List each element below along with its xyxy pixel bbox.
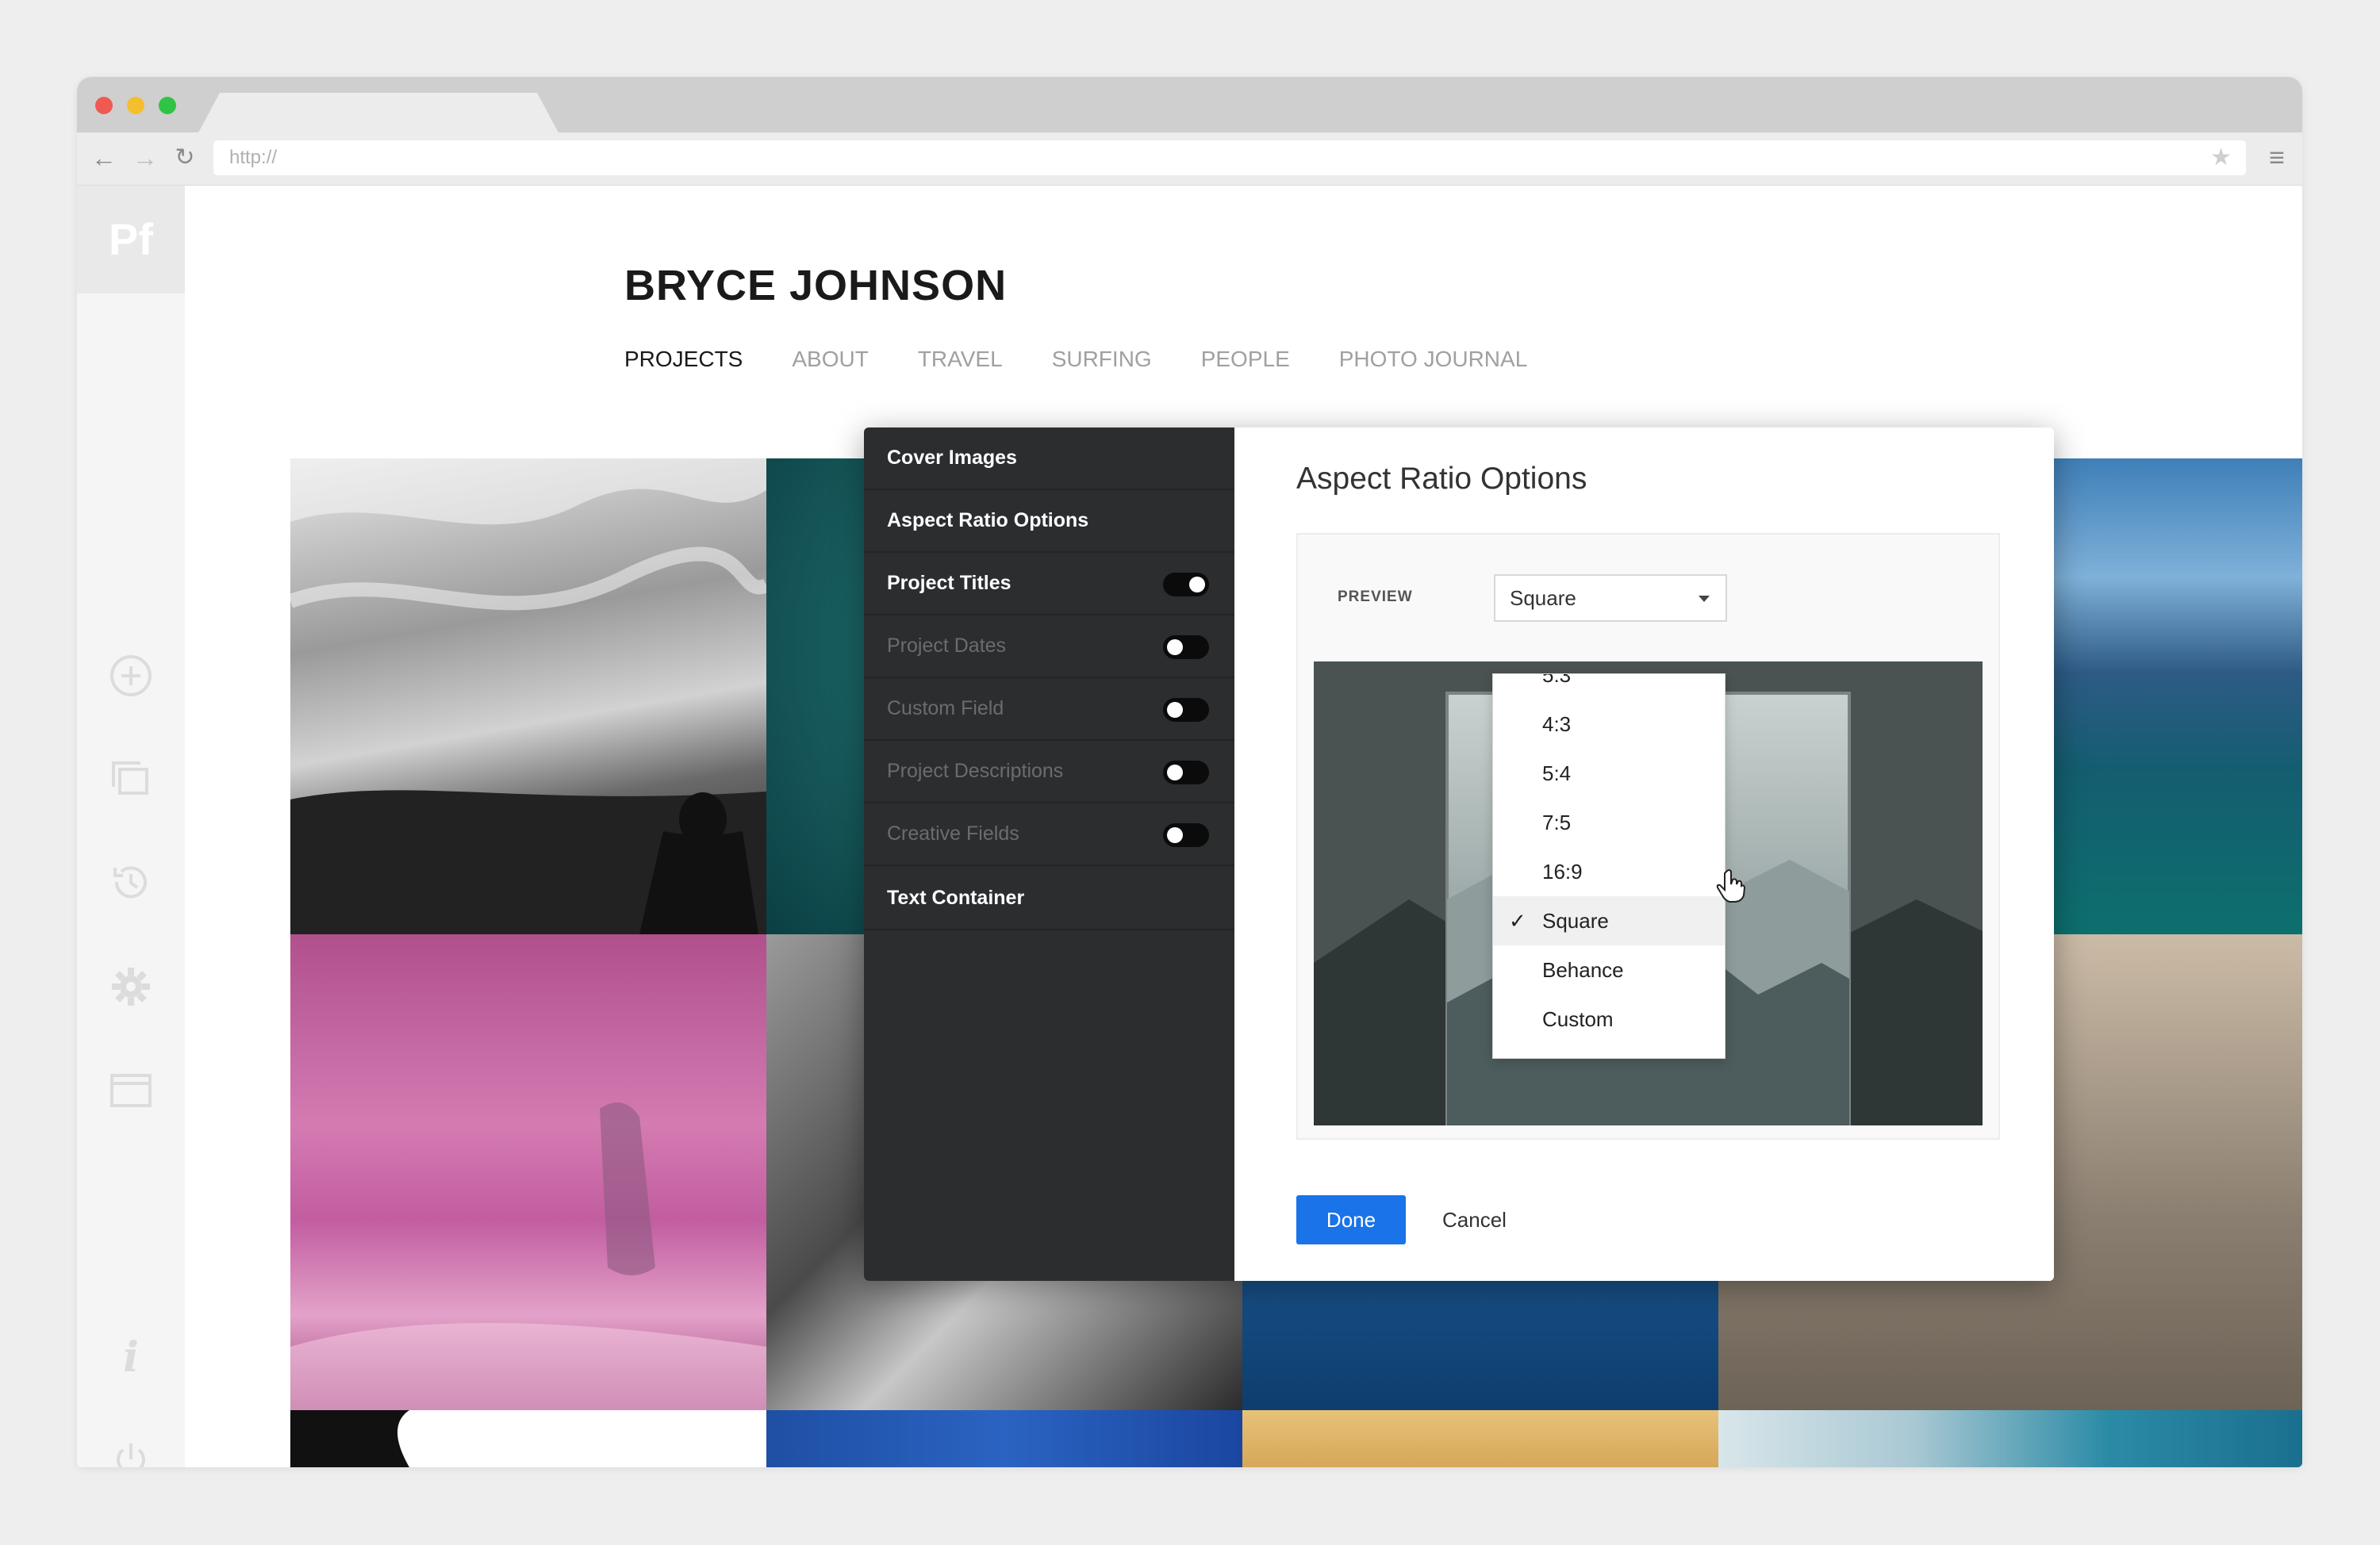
layout-icon[interactable] xyxy=(109,1068,153,1112)
browser-tab[interactable] xyxy=(196,93,561,137)
nav-travel[interactable]: TRAVEL xyxy=(918,347,1003,371)
cancel-button[interactable]: Cancel xyxy=(1442,1195,1507,1244)
ratio-option-16-9[interactable]: 16:9 xyxy=(1493,847,1725,896)
menu-custom-field[interactable]: Custom Field xyxy=(864,678,1234,741)
aspect-ratio-select[interactable]: Square xyxy=(1494,574,1727,622)
menu-aspect-ratio-options[interactable]: Aspect Ratio Options xyxy=(864,490,1234,553)
info-icon[interactable]: i xyxy=(109,1336,153,1380)
browser-menu-icon[interactable]: ≡ xyxy=(2263,144,2291,172)
reload-icon[interactable]: ↻ xyxy=(169,142,201,174)
ratio-option-7-5[interactable]: 7:5 xyxy=(1493,798,1725,847)
nav-surfing[interactable]: SURFING xyxy=(1052,347,1152,371)
menu-project-titles[interactable]: Project Titles xyxy=(864,553,1234,615)
menu-project-descriptions-label: Project Descriptions xyxy=(887,760,1063,782)
menu-creative-fields-label: Creative Fields xyxy=(887,822,1019,845)
site-nav: PROJECTS ABOUT TRAVEL SURFING PEOPLE PHOTO JO… xyxy=(624,347,1576,372)
settings-modal: Cover Images Aspect Ratio Options Projec… xyxy=(864,427,2054,1281)
ratio-option-square[interactable]: ✓ Square xyxy=(1493,896,1725,945)
forward-arrow-icon[interactable]: → xyxy=(129,142,161,174)
preview-label: PREVIEW xyxy=(1338,588,1413,606)
project-cover-golden[interactable] xyxy=(1242,1410,1718,1467)
menu-cover-images[interactable]: Cover Images xyxy=(864,427,1234,490)
project-cover-icy-wave[interactable] xyxy=(1718,1410,2302,1467)
project-titles-toggle[interactable] xyxy=(1163,573,1209,596)
bookmark-star-icon[interactable]: ★ xyxy=(2210,140,2232,175)
creative-fields-toggle[interactable] xyxy=(1163,823,1209,847)
project-cover-white[interactable] xyxy=(290,1410,766,1467)
menu-project-dates[interactable]: Project Dates xyxy=(864,615,1234,678)
menu-project-dates-label: Project Dates xyxy=(887,634,1006,657)
url-text: http:// xyxy=(229,147,277,168)
menu-creative-fields[interactable]: Creative Fields xyxy=(864,803,1234,866)
menu-project-descriptions[interactable]: Project Descriptions xyxy=(864,741,1234,803)
ratio-option-5-4[interactable]: 5:4 xyxy=(1493,749,1725,798)
pages-icon[interactable] xyxy=(109,757,153,801)
url-bar[interactable]: http:// ★ xyxy=(213,140,2246,175)
project-cover-surfer-bw[interactable] xyxy=(290,458,766,934)
done-button[interactable]: Done xyxy=(1296,1195,1406,1244)
project-cover-coast-waves[interactable] xyxy=(2054,458,2302,934)
portfolio-logo[interactable]: Pf xyxy=(77,186,185,293)
plus-circle-icon[interactable] xyxy=(109,654,153,698)
hand-pointer-cursor-icon xyxy=(1715,868,1747,903)
nav-photo-journal[interactable]: PHOTO JOURNAL xyxy=(1339,347,1528,371)
gear-icon[interactable] xyxy=(109,964,153,1009)
project-cover-blue-spray[interactable] xyxy=(766,1410,1242,1467)
pane-title: Aspect Ratio Options xyxy=(1296,462,1587,496)
custom-field-toggle[interactable] xyxy=(1163,698,1209,722)
checkmark-icon: ✓ xyxy=(1509,896,1526,945)
project-dates-toggle[interactable] xyxy=(1163,635,1209,659)
project-cover-pink-beach[interactable] xyxy=(290,934,766,1410)
close-window-icon[interactable] xyxy=(95,97,113,114)
power-icon[interactable] xyxy=(109,1437,153,1467)
ratio-option-custom[interactable]: Custom xyxy=(1493,995,1725,1044)
maximize-window-icon[interactable] xyxy=(159,97,176,114)
menu-text-container[interactable]: Text Container xyxy=(864,868,1234,930)
aspect-ratio-dropdown: 5:3 4:3 5:4 7:5 16:9 ✓ Square Behance Cu… xyxy=(1492,673,1726,1059)
ratio-option-5-3[interactable]: 5:3 xyxy=(1493,673,1725,700)
aspect-ratio-select-value: Square xyxy=(1510,586,1576,610)
menu-project-titles-label: Project Titles xyxy=(887,572,1012,594)
nav-about[interactable]: ABOUT xyxy=(792,347,868,371)
settings-menu: Cover Images Aspect Ratio Options Projec… xyxy=(864,427,1234,1281)
ratio-option-4-3[interactable]: 4:3 xyxy=(1493,700,1725,749)
minimize-window-icon[interactable] xyxy=(127,97,144,114)
project-descriptions-toggle[interactable] xyxy=(1163,761,1209,784)
chevron-down-icon xyxy=(1699,596,1710,602)
ratio-option-square-label: Square xyxy=(1542,909,1609,933)
menu-custom-field-label: Custom Field xyxy=(887,697,1004,719)
site-title[interactable]: BRYCE JOHNSON xyxy=(624,261,1007,310)
nav-projects[interactable]: PROJECTS xyxy=(624,347,743,371)
browser-titlebar xyxy=(77,77,2302,132)
ratio-option-behance[interactable]: Behance xyxy=(1493,945,1725,995)
browser-toolbar: ← → ↻ http:// ★ ≡ xyxy=(77,132,2302,186)
app-sidebar: Pf i xyxy=(77,186,185,1467)
history-icon[interactable] xyxy=(109,860,153,904)
aspect-ratio-pane: Aspect Ratio Options PREVIEW Square xyxy=(1234,427,2054,1281)
nav-people[interactable]: PEOPLE xyxy=(1201,347,1290,371)
back-arrow-icon[interactable]: ← xyxy=(88,142,120,174)
browser-window: ← → ↻ http:// ★ ≡ Pf i BRYCE JOHNSON xyxy=(77,77,2302,1467)
